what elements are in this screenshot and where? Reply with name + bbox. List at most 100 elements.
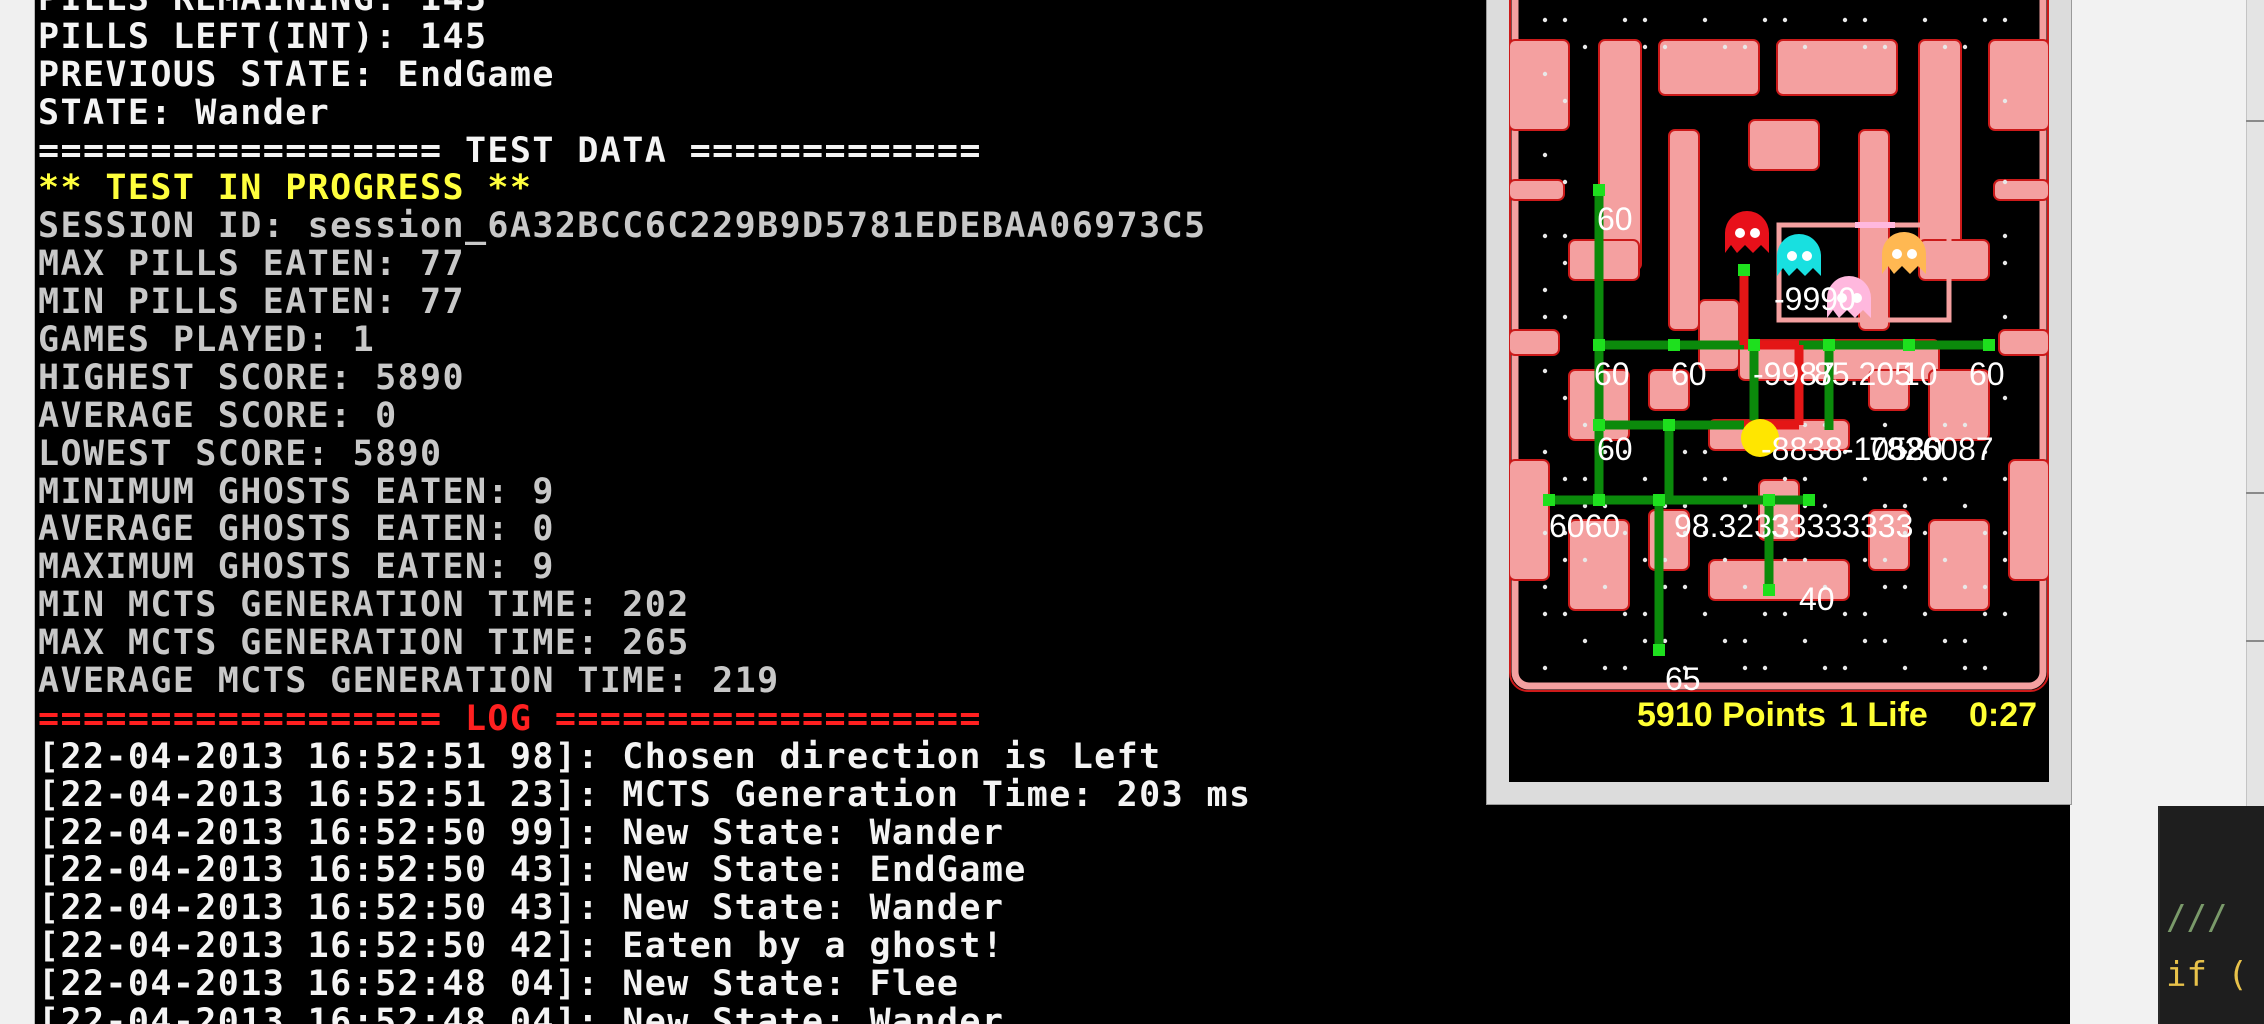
maze-wall [1918, 39, 1962, 271]
pill [1562, 233, 1568, 239]
pill [1542, 287, 1548, 293]
console-line: MAX MCTS GENERATION TIME: 265 [38, 623, 690, 664]
tree-node [1593, 494, 1605, 506]
pill [1542, 449, 1548, 455]
console-line: MAXIMUM GHOSTS EATEN: 9 [38, 547, 555, 588]
pill [1742, 638, 1748, 644]
pill [1722, 638, 1728, 644]
pill [1642, 638, 1648, 644]
maze-wall [1988, 39, 2049, 131]
pill [1982, 584, 1988, 590]
maze-wall [1668, 129, 1700, 331]
scrollbar-marker [2246, 492, 2264, 494]
tree-node [1763, 584, 1775, 596]
mcts-value-label: 60 [1597, 431, 1633, 467]
pill [1742, 665, 1748, 671]
pill [1842, 665, 1848, 671]
pill [1822, 665, 1828, 671]
pill [1562, 98, 1568, 104]
pill [2002, 557, 2008, 563]
pill [1562, 557, 1568, 563]
pill [1602, 665, 1608, 671]
mcts-value-label: 33333333 [1771, 508, 1913, 544]
maze-wall [1509, 39, 1570, 131]
maze-wall [1776, 39, 1898, 96]
pill [1962, 422, 1968, 428]
ghost-eye [1802, 251, 1812, 261]
pill [1942, 422, 1948, 428]
mcts-value-label: 60 [1594, 356, 1630, 392]
ghost-eye [1750, 228, 1760, 238]
console-line: MIN PILLS EATEN: 77 [38, 282, 465, 323]
console-line: GAMES PLAYED: 1 [38, 320, 376, 361]
tree-node [1663, 419, 1675, 431]
pill [1642, 17, 1648, 23]
pill [1582, 638, 1588, 644]
console-output: PILLS REMAINING: 145PILLS LEFT(INT): 145… [38, 0, 1251, 1024]
pill [1702, 17, 1708, 23]
pill [1902, 665, 1908, 671]
game-board: 60 -9990 60 60 -9987 85.205 10 60 60 -8838-10580 7… [1509, 0, 2049, 782]
tree-node [1803, 494, 1815, 506]
pill [1862, 476, 1868, 482]
console-line: SESSION ID: session_6A32BCC6C229B9D5781E… [38, 206, 1207, 247]
pill [1962, 503, 1968, 509]
pill [1542, 71, 1548, 77]
pill [1622, 611, 1628, 617]
maze-wall [1748, 119, 1820, 171]
pill [1802, 44, 1808, 50]
pill [1882, 557, 1888, 563]
pill [1782, 476, 1788, 482]
pill [1742, 44, 1748, 50]
mcts-value-label: 7826087 [1869, 431, 1994, 467]
pill [1562, 314, 1568, 320]
pill [1582, 422, 1588, 428]
maze-wall [1918, 239, 1990, 281]
pill [1542, 611, 1548, 617]
console-line: MINIMUM GHOSTS EATEN: 9 [38, 471, 555, 512]
maze-wall [1509, 179, 1565, 201]
pill [2002, 314, 2008, 320]
mcts-value-label: 85.205 [1814, 356, 1912, 392]
maze-wall [1568, 239, 1640, 281]
pill [1782, 557, 1788, 563]
pill [1542, 584, 1548, 590]
pill [2002, 98, 2008, 104]
tree-node [1763, 494, 1775, 506]
pill [1722, 557, 1728, 563]
pill [1602, 584, 1608, 590]
console-line: MAX PILLS EATEN: 77 [38, 244, 465, 285]
pill [1882, 422, 1888, 428]
pill [1542, 665, 1548, 671]
pill [1782, 17, 1788, 23]
pill [1802, 476, 1808, 482]
console-line: AVERAGE MCTS GENERATION TIME: 219 [38, 661, 780, 702]
tree-node [1593, 184, 1605, 196]
console-line: AVERAGE SCORE: 0 [38, 395, 398, 436]
maze-wall [1998, 329, 2049, 356]
blinky-body [1725, 211, 1769, 253]
pill [1802, 557, 1808, 563]
console-line: [22-04-2013 16:52:50 42]: Eaten by a gho… [38, 926, 1005, 967]
pill [1922, 476, 1928, 482]
ghost-eye [1892, 249, 1902, 259]
pill [1862, 17, 1868, 23]
pill [1582, 44, 1588, 50]
tree-node [1748, 339, 1760, 351]
ghost-eye [1907, 249, 1917, 259]
pill [1942, 557, 1948, 563]
pill [2002, 260, 2008, 266]
pill [1802, 638, 1808, 644]
pill [1642, 611, 1648, 617]
pill [1962, 584, 1968, 590]
tree-node [1983, 339, 1995, 351]
mcts-value-label: 60 [1969, 356, 2005, 392]
tree-node [1593, 339, 1605, 351]
tree-node [1738, 264, 1750, 276]
pill [1542, 530, 1548, 536]
mcts-value-label: 40 [1799, 581, 1835, 617]
maze-wall [1993, 179, 2049, 201]
console-line: [22-04-2013 16:52:50 43]: New State: Wan… [38, 888, 1005, 929]
pill [1982, 17, 1988, 23]
ghost-eye [1787, 251, 1797, 261]
